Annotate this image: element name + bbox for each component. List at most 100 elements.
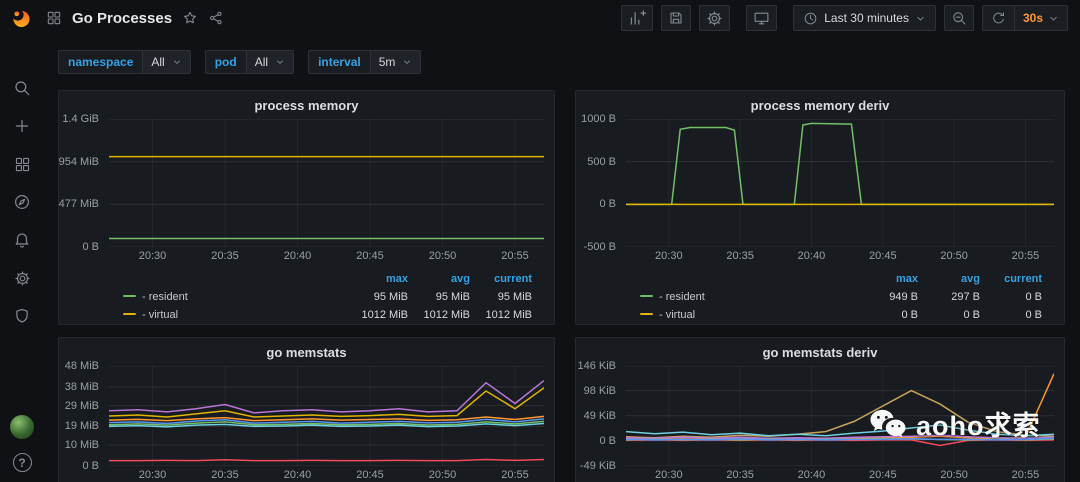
legend-column-header[interactable]: current: [980, 270, 1042, 288]
cycle-view-mode-button[interactable]: [746, 5, 778, 31]
y-axis-label: 10 MiB: [64, 439, 99, 452]
dashboards-icon[interactable]: [12, 154, 32, 174]
variable-pod: pod All: [204, 50, 295, 74]
panel-title[interactable]: go memstats: [59, 338, 554, 366]
y-axis: 0 B 10 MiB 19 MiB 29 MiB 38 MiB 48 MiB: [59, 360, 105, 472]
legend-column-header[interactable]: avg: [408, 270, 470, 288]
variable-namespace: namespace All: [58, 50, 191, 74]
share-icon[interactable]: [208, 10, 224, 26]
server-admin-shield-icon[interactable]: [12, 306, 32, 326]
add-panel-button[interactable]: [621, 5, 654, 31]
chart-process-memory: 0 B 477 MiB 954 MiB 1.4 GiB 20:30 20:35 20:40…: [58, 113, 554, 324]
panel-process-memory: process memory 0 B 477 MiB 954 MiB 1.4 GiB …: [58, 90, 555, 325]
dashboard-settings-button[interactable]: [699, 5, 731, 31]
search-icon[interactable]: [12, 78, 32, 98]
legend-value: 1012 MiB: [361, 309, 408, 321]
chart-process-memory-deriv: -500 B 0 B 500 B 1000 B 20:30 20:35 20:40 20:4…: [576, 113, 1064, 324]
wechat-icon: [868, 407, 908, 441]
grafana-logo[interactable]: [10, 7, 32, 29]
x-axis-label: 20:30: [655, 469, 683, 481]
x-axis-label: 20:40: [283, 250, 312, 262]
legend-value: 1012 MiB: [485, 309, 532, 321]
create-plus-icon[interactable]: [12, 116, 32, 136]
legend-value: 0 B: [901, 309, 918, 321]
x-axis-label: 20:45: [869, 469, 897, 481]
variable-label: pod: [204, 50, 246, 74]
x-axis-label: 20:40: [797, 469, 826, 481]
panel-title[interactable]: process memory: [59, 91, 554, 119]
panel-title[interactable]: process memory deriv: [576, 91, 1064, 119]
variable-label: namespace: [58, 50, 143, 74]
series-color-dash: [640, 312, 653, 315]
x-axis-label: 20:45: [869, 250, 897, 262]
plot-area[interactable]: [109, 366, 544, 466]
help-icon[interactable]: ?: [12, 453, 32, 472]
y-axis-label: -500 B: [583, 241, 616, 253]
x-axis: 20:30 20:35 20:40 20:45 20:50 20:55: [626, 250, 1054, 265]
refresh-icon: [991, 11, 1006, 26]
legend-series-name[interactable]: - resident: [636, 288, 826, 306]
chevron-down-icon: [275, 57, 285, 67]
variable-label: interval: [308, 50, 370, 74]
save-icon: [668, 10, 684, 26]
star-icon[interactable]: [182, 10, 198, 26]
legend-series-name[interactable]: - resident: [119, 288, 316, 306]
legend-column-header[interactable]: avg: [918, 270, 980, 288]
legend-value: 297 B: [951, 291, 980, 303]
x-axis-label: 20:50: [940, 250, 968, 262]
panel-process-memory-deriv: process memory deriv -500 B 0 B 500 B 1000 …: [575, 90, 1065, 325]
dashboard-grid-icon[interactable]: [46, 10, 62, 26]
x-axis: 20:30 20:35 20:40 20:45 20:50 20:55: [109, 250, 544, 265]
x-axis-label: 20:35: [211, 250, 239, 262]
chart-go-memstats: 0 B 10 MiB 19 MiB 29 MiB 38 MiB 48 MiB 20:30 2…: [59, 360, 554, 482]
watermark: aoho求索: [868, 404, 1041, 443]
y-axis: 0 B 477 MiB 954 MiB 1.4 GiB: [58, 113, 105, 253]
dashboard-title[interactable]: Go Processes: [72, 10, 172, 27]
y-axis-label: 29 MiB: [64, 399, 99, 412]
chevron-down-icon: [915, 13, 926, 24]
configuration-gear-icon[interactable]: [12, 268, 32, 288]
x-axis-label: 20:40: [283, 469, 312, 481]
legend-column-header[interactable]: current: [470, 270, 532, 288]
zoom-out-button[interactable]: [943, 5, 974, 31]
plot-area[interactable]: [109, 119, 544, 247]
explore-compass-icon[interactable]: [12, 192, 32, 212]
grafana-dashboard: Go Processes Last 30 minutes 30s ? names…: [0, 0, 1080, 482]
y-axis-label: 500 B: [587, 155, 616, 168]
legend-column-header[interactable]: max: [826, 270, 918, 288]
legend-value: 95 MiB: [373, 291, 408, 303]
variable-value-dropdown[interactable]: All: [142, 50, 191, 74]
gear-icon: [706, 10, 723, 27]
add-panel-icon: [628, 9, 647, 27]
x-axis-label: 20:30: [655, 250, 683, 262]
refresh-button[interactable]: [981, 5, 1014, 31]
y-axis-label: 954 MiB: [58, 155, 99, 168]
legend-series-name[interactable]: - virtual: [119, 306, 316, 324]
legend-value: 95 MiB: [435, 291, 470, 303]
legend-column-header[interactable]: max: [316, 270, 408, 288]
variable-value-dropdown[interactable]: All: [245, 50, 295, 74]
x-axis-label: 20:45: [356, 250, 384, 262]
refresh-interval-dropdown[interactable]: 30s: [1013, 5, 1068, 31]
series-line: [626, 123, 1054, 204]
series-color-dash: [123, 312, 136, 315]
plot-area[interactable]: [626, 119, 1054, 247]
time-range-picker[interactable]: Last 30 minutes: [793, 5, 936, 31]
save-dashboard-button[interactable]: [661, 5, 692, 31]
variable-value-dropdown[interactable]: 5m: [369, 50, 422, 74]
alerting-bell-icon[interactable]: [12, 230, 32, 250]
panel-title[interactable]: go memstats deriv: [576, 338, 1064, 366]
x-axis-label: 20:55: [501, 250, 529, 262]
legend-value: 949 B: [889, 291, 918, 303]
legend-series-name[interactable]: - virtual: [636, 306, 826, 324]
chevron-down-icon: [402, 57, 412, 67]
x-axis-label: 20:35: [726, 250, 754, 262]
time-range-label: Last 30 minutes: [824, 11, 909, 25]
x-axis-label: 20:30: [138, 469, 167, 481]
y-axis-label: 19 MiB: [64, 420, 99, 433]
sidebar-bottom: ?: [10, 415, 34, 472]
user-avatar[interactable]: [10, 415, 34, 439]
x-axis-label: 20:50: [940, 469, 968, 481]
series-line: [109, 388, 544, 417]
x-axis-label: 20:55: [1011, 469, 1040, 481]
